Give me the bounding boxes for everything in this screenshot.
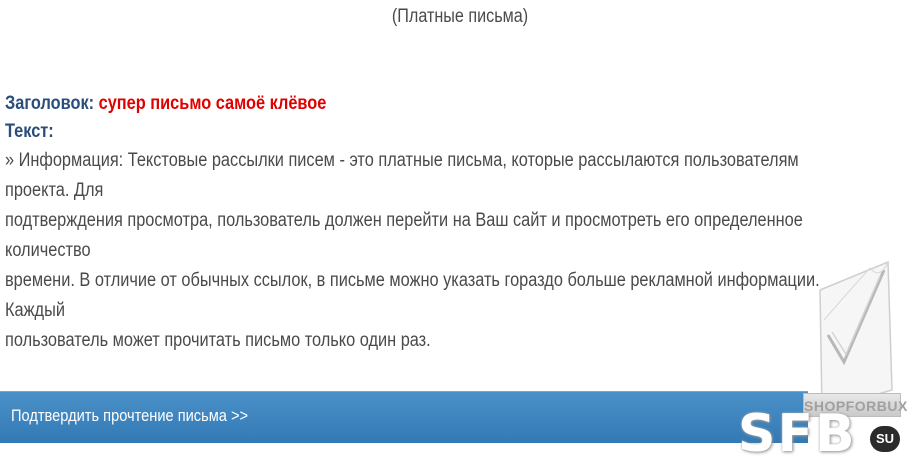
site-watermark: SFB <box>738 404 857 464</box>
confirm-read-label: Подтвердить прочтение письма >> <box>11 406 249 425</box>
body-line: пользователь может прочитать письмо толь… <box>5 330 431 351</box>
subject-line: Заголовок: супер письмо самоё клёвое <box>5 90 727 118</box>
body-line: подтверждения просмотра, пользователь до… <box>5 210 803 261</box>
text-label-line: Текст: <box>5 118 727 146</box>
body-line: » Информация: Текстовые рассылки писем -… <box>5 150 799 201</box>
subject-label: Заголовок: <box>5 93 95 114</box>
body-line: времени. В отличие от обычных ссылок, в … <box>5 270 820 321</box>
letter-content: Заголовок: супер письмо самоё клёвое Тек… <box>5 90 820 356</box>
watermark-suffix: SU <box>870 426 900 452</box>
confirm-read-button[interactable]: Подтвердить прочтение письма >> <box>0 391 808 443</box>
subject-value: супер письмо самоё клёвое <box>98 93 327 114</box>
text-label: Текст: <box>5 121 54 142</box>
letter-body: » Информация: Текстовые рассылки писем -… <box>5 146 844 356</box>
page-subtitle: (Платные письма) <box>391 6 529 27</box>
letter-page: (Платные письма) Заголовок: супер письмо… <box>0 0 920 470</box>
